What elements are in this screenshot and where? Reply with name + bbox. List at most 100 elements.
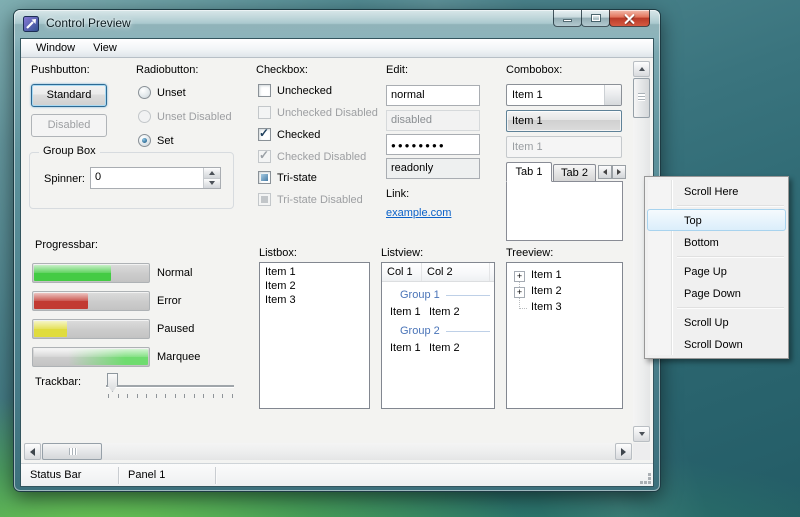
status-bar: Status Bar Panel 1 bbox=[21, 463, 653, 486]
disabled-button: Disabled bbox=[31, 114, 107, 137]
checkbox-checked-disabled-icon: ✓ bbox=[258, 150, 271, 163]
checkbox-tristate-label: Tri-state bbox=[277, 172, 317, 184]
edit-normal-input[interactable]: normal bbox=[386, 85, 480, 106]
spinner-input[interactable]: 0 bbox=[90, 167, 221, 189]
group-box: Group Box Spinner: 0 bbox=[29, 152, 234, 209]
tab-1[interactable]: Tab 1 bbox=[506, 162, 552, 182]
edit-label: Edit: bbox=[386, 64, 408, 76]
checkbox-unchecked[interactable]: Unchecked bbox=[258, 83, 332, 98]
trackbar-track[interactable] bbox=[106, 385, 234, 387]
listview[interactable]: Col 1 Col 2 Group 1 Item 1 Item 2 Group … bbox=[381, 262, 495, 409]
checkbox-unchecked-label: Unchecked bbox=[277, 85, 332, 97]
radio-set[interactable]: Set bbox=[138, 133, 174, 148]
radio-unset-disabled: Unset Disabled bbox=[138, 109, 232, 124]
minimize-button[interactable] bbox=[553, 10, 582, 27]
tab-scroll-left-button[interactable] bbox=[598, 165, 612, 179]
trackbar-thumb[interactable] bbox=[107, 373, 118, 392]
tab-scroll-left-icon bbox=[603, 169, 607, 175]
menu-window[interactable]: Window bbox=[27, 39, 84, 57]
table-row[interactable]: Item 1 Item 2 bbox=[382, 306, 494, 318]
titlebar[interactable]: Control Preview bbox=[14, 10, 660, 38]
scroll-up-button[interactable] bbox=[633, 61, 650, 77]
tree-expand-icon[interactable]: + bbox=[514, 271, 525, 282]
spinner-down-icon bbox=[209, 181, 215, 185]
combobox-disabled-value: Item 1 bbox=[512, 141, 543, 153]
scrollbar-corner bbox=[633, 443, 650, 460]
checkbox-tristate-icon bbox=[258, 171, 271, 184]
close-button[interactable] bbox=[609, 10, 650, 27]
menu-item-page-up[interactable]: Page Up bbox=[647, 260, 786, 282]
menu-item-scroll-down[interactable]: Scroll Down bbox=[647, 333, 786, 355]
scroll-up-icon bbox=[639, 67, 645, 71]
horizontal-scrollbar[interactable] bbox=[24, 443, 632, 460]
checkmark-disabled-icon: ✓ bbox=[259, 148, 269, 162]
scroll-right-button[interactable] bbox=[615, 443, 632, 460]
menu-item-top[interactable]: Top bbox=[647, 209, 786, 231]
list-item[interactable]: Item 2 bbox=[260, 279, 369, 293]
scroll-right-icon bbox=[621, 448, 626, 456]
spinner-up-icon bbox=[209, 171, 215, 175]
listview-group-header: Group 2 bbox=[382, 325, 494, 337]
menu-bar: Window View bbox=[21, 39, 653, 58]
checkbox-tristate-disabled: Tri-state Disabled bbox=[258, 192, 363, 207]
menu-item-page-down[interactable]: Page Down bbox=[647, 282, 786, 304]
tree-expand-icon[interactable]: + bbox=[514, 287, 525, 298]
menu-view[interactable]: View bbox=[84, 39, 126, 57]
radio-unset-disabled-label: Unset Disabled bbox=[157, 111, 232, 123]
treeview[interactable]: + Item 1 + Item 2 Item 3 bbox=[506, 262, 623, 409]
vertical-scrollbar-thumb[interactable] bbox=[633, 78, 650, 118]
listview-column-header[interactable]: Col 1 bbox=[382, 263, 422, 281]
table-row[interactable]: Item 1 Item 2 bbox=[382, 342, 494, 354]
edit-password-input[interactable]: ●●●●●●●● bbox=[386, 134, 480, 155]
combobox-button-arrow[interactable] bbox=[604, 111, 621, 131]
listview-column-header[interactable]: Col 2 bbox=[422, 263, 490, 281]
minimize-icon bbox=[563, 19, 572, 22]
trackbar-ticks bbox=[108, 394, 233, 398]
combobox-disabled: Item 1 bbox=[506, 136, 622, 158]
checkbox-checked-disabled: ✓ Checked Disabled bbox=[258, 149, 366, 164]
tree-item[interactable]: Item 3 bbox=[531, 301, 562, 313]
scroll-down-button[interactable] bbox=[633, 426, 650, 442]
combobox-normal[interactable]: Item 1 bbox=[506, 84, 622, 106]
menu-item-bottom[interactable]: Bottom bbox=[647, 231, 786, 253]
example-link[interactable]: example.com bbox=[386, 207, 451, 219]
menu-item-scroll-up[interactable]: Scroll Up bbox=[647, 311, 786, 333]
combobox-disabled-arrow bbox=[604, 137, 621, 157]
checkbox-unchecked-disabled-icon bbox=[258, 106, 271, 119]
combobox-button[interactable]: Item 1 bbox=[506, 110, 622, 132]
checkbox-tristate[interactable]: Tri-state bbox=[258, 170, 317, 185]
tab-2[interactable]: Tab 2 bbox=[553, 164, 596, 182]
radio-unset-label: Unset bbox=[157, 87, 186, 99]
progressbar-label: Progressbar: bbox=[35, 239, 98, 251]
horizontal-scrollbar-thumb[interactable] bbox=[42, 443, 102, 460]
menu-item-scroll-here[interactable]: Scroll Here bbox=[647, 180, 786, 202]
scroll-left-button[interactable] bbox=[24, 443, 41, 460]
progressbar-paused-label: Paused bbox=[157, 323, 194, 335]
listbox[interactable]: Item 1 Item 2 Item 3 bbox=[259, 262, 370, 409]
statusbar-panel: Panel 1 bbox=[119, 469, 215, 481]
radio-set-label: Set bbox=[157, 135, 174, 147]
progressbar-fill bbox=[34, 265, 111, 281]
checkbox-checked[interactable]: ✓ Checked bbox=[258, 127, 320, 142]
progressbar-fill bbox=[34, 321, 67, 337]
list-item[interactable]: Item 3 bbox=[260, 293, 369, 307]
radio-unset[interactable]: Unset bbox=[138, 85, 186, 100]
statusbar-panel: Status Bar bbox=[21, 469, 118, 481]
progressbar-normal bbox=[32, 263, 150, 283]
resize-grip-icon[interactable] bbox=[648, 481, 651, 484]
radio-set-icon bbox=[138, 134, 151, 147]
maximize-button[interactable] bbox=[581, 10, 610, 27]
edit-readonly-input: readonly bbox=[386, 158, 480, 179]
listview-cell: Item 2 bbox=[429, 306, 460, 318]
tab-scroll-right-button[interactable] bbox=[612, 165, 626, 179]
progressbar-paused bbox=[32, 319, 150, 339]
window-inner: Window View Pushbutton: Standard Disable… bbox=[20, 38, 654, 487]
progressbar-marquee-label: Marquee bbox=[157, 351, 200, 363]
tree-item[interactable]: Item 1 bbox=[531, 269, 562, 281]
spinner-up-button[interactable] bbox=[204, 168, 220, 179]
tree-item[interactable]: Item 2 bbox=[531, 285, 562, 297]
spinner-down-button[interactable] bbox=[204, 179, 220, 189]
combobox-normal-arrow[interactable] bbox=[604, 85, 621, 105]
standard-button[interactable]: Standard bbox=[31, 84, 107, 107]
list-item[interactable]: Item 1 bbox=[260, 265, 369, 279]
